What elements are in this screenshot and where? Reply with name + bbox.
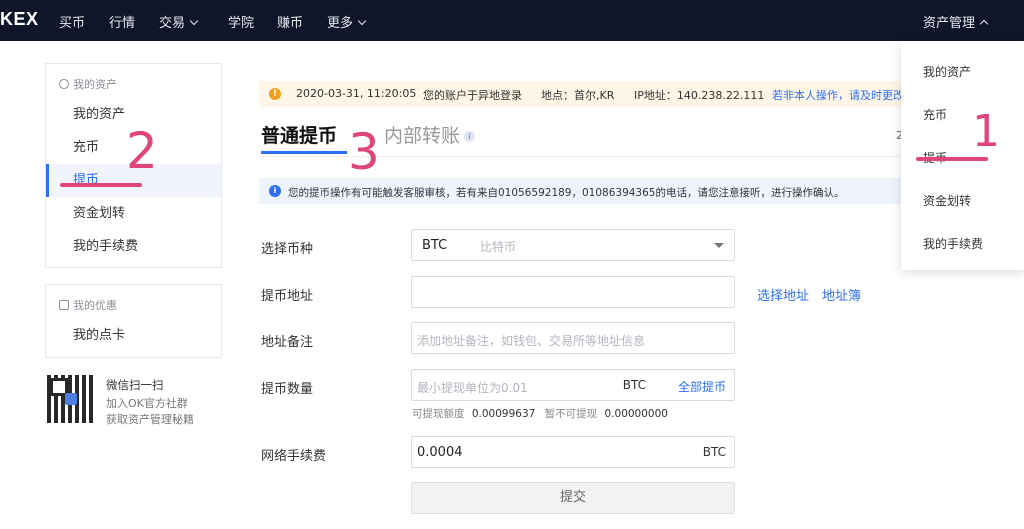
notice-text: 您的提币操作有可能触发客服审核，若有来自01056592189，01086394… [288,187,845,199]
sidebar-promo-header: 我的优惠 [46,285,221,319]
nav-item-label: 行情 [109,16,136,31]
sidebar-item-point-card[interactable]: 我的点卡 [46,319,221,352]
annotation-underline-1 [916,157,988,161]
login-alert-banner: ! 2020-03-31, 11:20:05 您的账户于异地登录 地点：首尔,K… [259,81,901,107]
chevron-up-icon [979,19,989,29]
info-icon: i [269,185,281,197]
qr-line-1: 加入OK官方社群 [106,397,188,410]
coin-label: 选择币种 [261,242,314,257]
pie-chart-icon [59,79,69,89]
amount-label: 提币数量 [261,382,314,397]
select-address-link[interactable]: 选择地址 [757,285,809,304]
alert-ip: IP地址：140.238.22.111 [634,89,765,102]
address-input[interactable] [411,276,735,308]
alert-message: 您的账户于异地登录 [423,89,522,102]
coin-name: 比特币 [480,240,517,254]
qr-code-icon [47,375,95,423]
submit-button[interactable]: 提交 [411,482,735,514]
chevron-down-icon [189,16,199,26]
amount-placeholder: 最小提现单位为0.01 [417,381,528,395]
annotation-number-1: 1 [972,106,1000,157]
nav-item-buy[interactable]: 买币 [59,12,85,31]
review-notice: i 您的提币操作有可能触发客服审核，若有来自01056592189，010863… [259,178,901,204]
address-book-link[interactable]: 地址簿 [822,285,861,304]
dropdown-item-fees[interactable]: 我的手续费 [923,235,983,252]
available-label: 可提现额度 [412,408,465,420]
asset-management-dropdown: 我的资产 充币 提币 资金划转 我的手续费 [901,41,1024,270]
nav-item-trade[interactable]: 交易 [159,12,199,31]
tab-normal-withdraw[interactable]: 普通提币 [261,121,337,148]
nav-item-label: 学院 [228,16,255,31]
coin-value: BTC [422,238,448,253]
logo[interactable]: KEX [0,9,39,30]
memo-placeholder: 添加地址备注，如钱包、交易所等地址信息 [417,334,646,348]
available-amount-row: 可提现额度 0.00099637 暂不可提现 0.00000000 [412,406,668,421]
memo-label: 地址备注 [261,335,314,350]
dropdown-item-deposit[interactable]: 充币 [923,106,947,123]
asset-menu-label: 资产管理 [923,16,976,31]
nav-item-label: 赚币 [277,16,304,31]
warning-icon: ! [269,88,281,100]
tab-label: 普通提币 [261,125,338,147]
sidebar-header-label: 我的优惠 [73,299,117,312]
nav-item-academy[interactable]: 学院 [228,12,254,31]
nav-item-label: 更多 [327,16,354,31]
qr-line-2: 获取资产管理秘籍 [106,413,194,426]
sidebar-item-transfer[interactable]: 资金划转 [46,197,221,230]
amount-unit: BTC [622,378,646,392]
nav-item-label: 买币 [59,16,86,31]
nav-item-more[interactable]: 更多 [327,12,367,31]
annotation-underline-2 [60,183,142,187]
sidebar-item-fees[interactable]: 我的手续费 [46,230,221,263]
memo-input[interactable]: 添加地址备注，如钱包、交易所等地址信息 [411,322,735,354]
fee-unit: BTC [702,445,726,459]
nav-item-label: 交易 [159,16,186,31]
sidebar-promo-card: 我的优惠 我的点卡 [45,284,222,358]
nav-item-market[interactable]: 行情 [109,12,135,31]
fee-label: 网络手续费 [261,449,327,464]
amount-input[interactable]: 最小提现单位为0.01 BTC 全部提币 [411,369,735,401]
alert-location: 地点：首尔,KR [541,89,615,102]
tab-internal-transfer[interactable]: 内部转账 i [384,121,476,148]
sidebar-header-label: 我的资产 [73,78,117,91]
annotation-number-2: 2 [126,122,158,180]
coin-select[interactable]: BTC 比特币 [411,229,735,261]
fee-value: 0.0004 [417,445,463,460]
alert-time: 2020-03-31, 11:20:05 [296,87,417,100]
fee-input[interactable]: 0.0004 BTC [411,436,735,468]
card-icon [59,300,69,310]
nav-item-earn[interactable]: 赚币 [277,12,303,31]
top-navbar: KEX 买币 行情 交易 学院 赚币 更多 资产管理 [0,0,1024,41]
chevron-down-icon [357,16,367,26]
annotation-number-3: 3 [348,123,380,181]
address-label: 提币地址 [261,289,314,304]
tab-active-underline [261,151,347,154]
asset-management-menu[interactable]: 资产管理 [923,12,989,31]
dropdown-item-my-assets[interactable]: 我的资产 [923,63,971,80]
unavailable-value: 0.00000000 [604,408,668,420]
unavailable-label: 暂不可提现 [544,408,598,420]
info-icon[interactable]: i [464,131,476,142]
withdraw-all-button[interactable]: 全部提币 [678,378,726,395]
dropdown-arrow-icon [714,243,724,248]
available-value: 0.00099637 [471,408,536,420]
sidebar-assets-header: 我的资产 [46,64,221,98]
qr-title: 微信扫一扫 [106,378,164,392]
dropdown-item-transfer[interactable]: 资金划转 [923,192,971,209]
tab-label: 内部转账 [384,125,461,147]
alert-action-link[interactable]: 若非本人操作，请及时更改 [772,87,901,103]
